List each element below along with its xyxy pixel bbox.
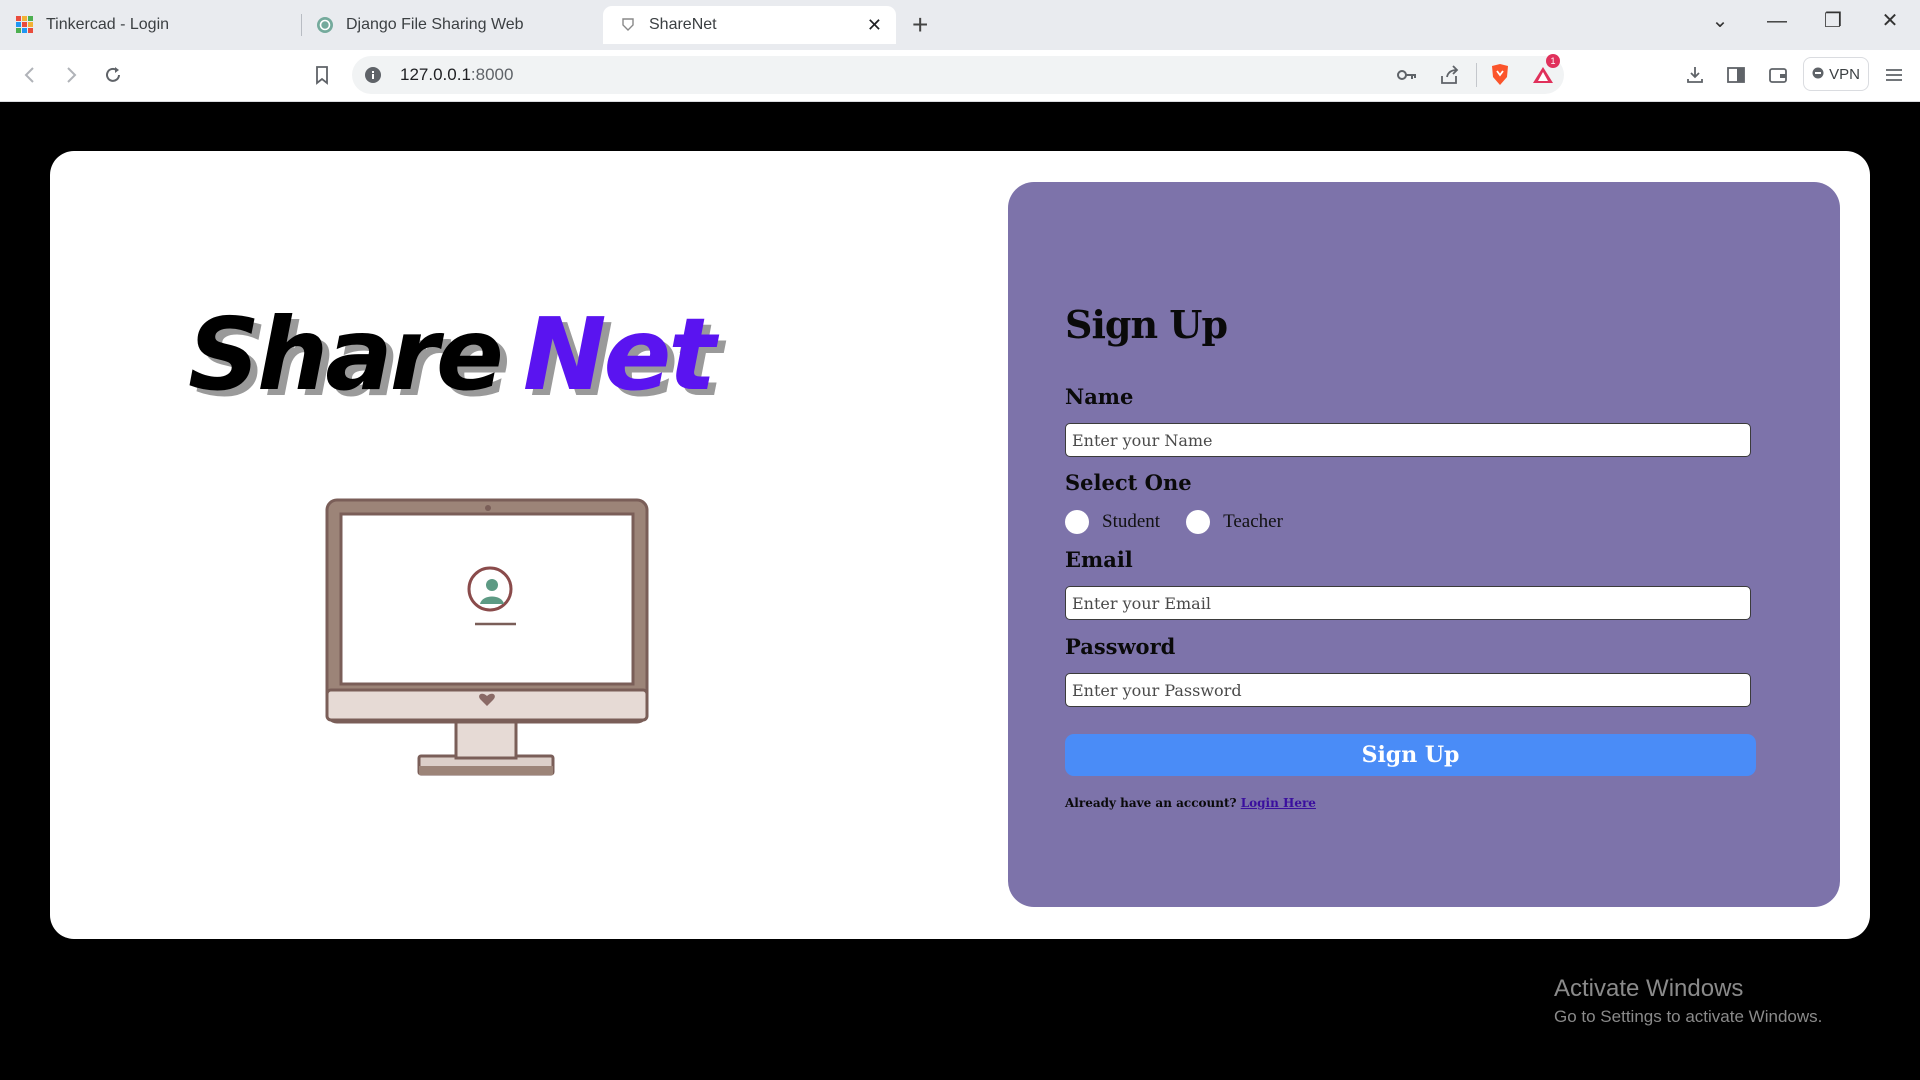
close-window-button[interactable]: ✕ [1870, 6, 1910, 36]
site-info-icon[interactable] [364, 66, 382, 89]
close-tab-icon[interactable]: ✕ [867, 15, 882, 36]
sharenet-logo: Share Net [188, 300, 716, 410]
back-icon[interactable] [17, 62, 43, 88]
windows-activation-watermark: Activate Windows Go to Settings to activ… [1554, 975, 1822, 1027]
signup-button[interactable]: Sign Up [1065, 734, 1756, 776]
logo-part-net: Net [522, 296, 716, 413]
login-link[interactable]: Login Here [1241, 796, 1316, 810]
select-one-label: Select One [1065, 470, 1192, 495]
browser-toolbar: 127.0.0.1:8000 1 VPN [0, 50, 1920, 102]
teacher-radio[interactable] [1186, 510, 1211, 534]
name-input[interactable] [1065, 423, 1751, 457]
password-label: Password [1065, 634, 1176, 659]
vpn-icon [1812, 66, 1824, 83]
bookmark-icon[interactable] [309, 62, 335, 88]
watermark-title: Activate Windows [1554, 975, 1744, 1002]
signup-title: Sign Up [1065, 302, 1228, 347]
tab-tinkercad[interactable]: Tinkercad - Login [0, 6, 300, 44]
student-radio-label: Student [1102, 511, 1161, 532]
email-label: Email [1065, 547, 1133, 572]
tab-title: Tinkercad - Login [46, 16, 170, 33]
password-input[interactable] [1065, 673, 1751, 707]
tab-title: Django File Sharing Web [346, 16, 524, 33]
sidebar-icon[interactable] [1723, 62, 1749, 88]
new-tab-button[interactable]: + [912, 8, 928, 42]
brave-shields-icon[interactable] [1489, 63, 1511, 92]
browser-tab-strip: Tinkercad - Login Django File Sharing We… [0, 0, 1920, 50]
download-icon[interactable] [1682, 62, 1708, 88]
menu-icon[interactable] [1881, 62, 1907, 88]
computer-illustration [322, 494, 652, 789]
reload-icon[interactable] [100, 62, 126, 88]
tinkercad-icon [16, 16, 34, 34]
watermark-subtitle: Go to Settings to activate Windows. [1554, 1007, 1823, 1026]
teacher-radio-label: Teacher [1223, 511, 1283, 532]
address-bar[interactable]: 127.0.0.1:8000 1 [352, 54, 1564, 94]
restore-button[interactable]: ❐ [1813, 6, 1853, 36]
share-icon[interactable] [1439, 64, 1461, 91]
role-radio-group: Student Teacher [1065, 510, 1283, 534]
login-prompt: Already have an account? Login Here [1065, 796, 1316, 810]
vpn-label: VPN [1829, 65, 1860, 83]
notification-badge: 1 [1546, 54, 1560, 68]
tab-django[interactable]: Django File Sharing Web [300, 6, 600, 44]
chatgpt-icon [316, 16, 334, 34]
brave-rewards-icon[interactable] [1532, 64, 1558, 91]
minimize-button[interactable]: — [1757, 6, 1797, 36]
name-label: Name [1065, 384, 1134, 409]
tab-title: ShareNet [649, 16, 717, 33]
omnibox-divider [1476, 63, 1477, 87]
forward-icon[interactable] [58, 62, 84, 88]
logo-part-share: Share [188, 296, 504, 413]
student-radio[interactable] [1065, 510, 1089, 534]
account-prompt-text: Already have an account? [1065, 796, 1237, 810]
tab-search-icon[interactable]: ⌄ [1700, 6, 1740, 36]
vpn-button[interactable]: VPN [1803, 57, 1869, 91]
email-input[interactable] [1065, 586, 1751, 620]
page-icon [619, 16, 637, 34]
url-text: 127.0.0.1:8000 [400, 65, 514, 84]
tab-sharenet[interactable]: ShareNet ✕ [603, 6, 896, 44]
key-icon[interactable] [1396, 65, 1418, 90]
wallet-icon[interactable] [1765, 62, 1791, 88]
